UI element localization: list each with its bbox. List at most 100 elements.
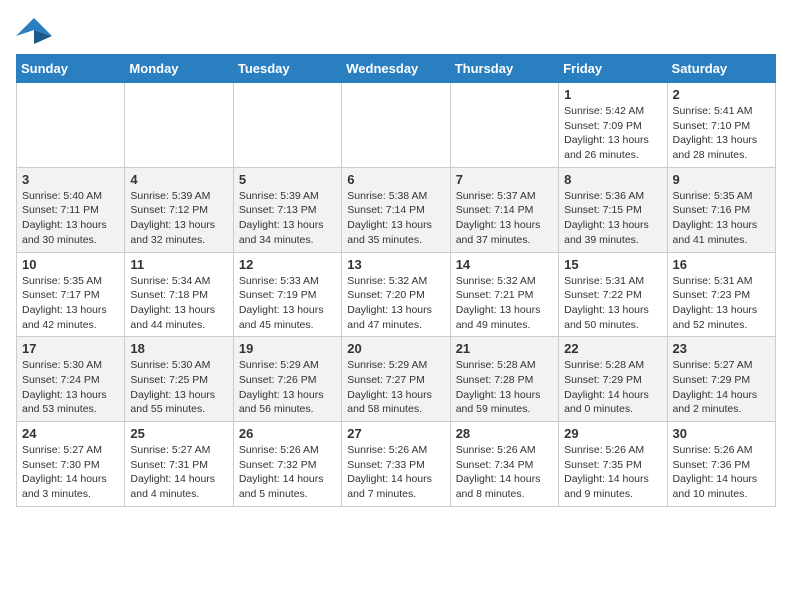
day-info: Sunrise: 5:30 AMSunset: 7:24 PMDaylight:…: [22, 358, 119, 417]
calendar-cell: 17 Sunrise: 5:30 AMSunset: 7:24 PMDayligh…: [17, 337, 125, 422]
weekday-header-monday: Monday: [125, 55, 233, 83]
day-info: Sunrise: 5:26 AMSunset: 7:33 PMDaylight:…: [347, 443, 444, 502]
calendar-cell: 14 Sunrise: 5:32 AMSunset: 7:21 PMDayligh…: [450, 252, 558, 337]
calendar-cell: 27 Sunrise: 5:26 AMSunset: 7:33 PMDayligh…: [342, 422, 450, 507]
day-number: 24: [22, 426, 119, 441]
weekday-header-thursday: Thursday: [450, 55, 558, 83]
day-info: Sunrise: 5:39 AMSunset: 7:12 PMDaylight:…: [130, 189, 227, 248]
calendar-cell: 28 Sunrise: 5:26 AMSunset: 7:34 PMDayligh…: [450, 422, 558, 507]
day-number: 8: [564, 172, 661, 187]
calendar-cell: 5 Sunrise: 5:39 AMSunset: 7:13 PMDaylight…: [233, 167, 341, 252]
logo-icon: [16, 16, 52, 46]
day-number: 9: [673, 172, 770, 187]
day-info: Sunrise: 5:26 AMSunset: 7:35 PMDaylight:…: [564, 443, 661, 502]
calendar-cell: 18 Sunrise: 5:30 AMSunset: 7:25 PMDayligh…: [125, 337, 233, 422]
day-info: Sunrise: 5:38 AMSunset: 7:14 PMDaylight:…: [347, 189, 444, 248]
calendar-cell: 22Sunrise: 5:28 AMSunset: 7:29 PMDayligh…: [559, 337, 667, 422]
day-number: 23: [673, 341, 770, 356]
day-number: 25: [130, 426, 227, 441]
day-info: Sunrise: 5:31 AMSunset: 7:23 PMDaylight:…: [673, 274, 770, 333]
day-number: 18: [130, 341, 227, 356]
day-number: 12: [239, 257, 336, 272]
day-number: 16: [673, 257, 770, 272]
logo: [16, 16, 56, 46]
calendar-week-1: 1 Sunrise: 5:42 AMSunset: 7:09 PMDaylight…: [17, 83, 776, 168]
day-number: 5: [239, 172, 336, 187]
day-info: Sunrise: 5:26 AMSunset: 7:36 PMDaylight:…: [673, 443, 770, 502]
day-info: Sunrise: 5:29 AMSunset: 7:26 PMDaylight:…: [239, 358, 336, 417]
calendar-cell: [233, 83, 341, 168]
day-number: 21: [456, 341, 553, 356]
calendar-cell: 16 Sunrise: 5:31 AMSunset: 7:23 PMDayligh…: [667, 252, 775, 337]
day-info: Sunrise: 5:33 AMSunset: 7:19 PMDaylight:…: [239, 274, 336, 333]
day-number: 1: [564, 87, 661, 102]
weekday-header-wednesday: Wednesday: [342, 55, 450, 83]
calendar-cell: 19 Sunrise: 5:29 AMSunset: 7:26 PMDayligh…: [233, 337, 341, 422]
calendar-cell: 12 Sunrise: 5:33 AMSunset: 7:19 PMDayligh…: [233, 252, 341, 337]
weekday-header-sunday: Sunday: [17, 55, 125, 83]
day-number: 28: [456, 426, 553, 441]
day-info: Sunrise: 5:29 AMSunset: 7:27 PMDaylight:…: [347, 358, 444, 417]
day-info: Sunrise: 5:30 AMSunset: 7:25 PMDaylight:…: [130, 358, 227, 417]
day-number: 4: [130, 172, 227, 187]
calendar-cell: [342, 83, 450, 168]
day-number: 2: [673, 87, 770, 102]
calendar-cell: 23 Sunrise: 5:27 AMSunset: 7:29 PMDayligh…: [667, 337, 775, 422]
day-info: Sunrise: 5:31 AMSunset: 7:22 PMDaylight:…: [564, 274, 661, 333]
day-info: Sunrise: 5:42 AMSunset: 7:09 PMDaylight:…: [564, 104, 661, 163]
calendar-table: SundayMondayTuesdayWednesdayThursdayFrid…: [16, 54, 776, 507]
calendar-cell: 4 Sunrise: 5:39 AMSunset: 7:12 PMDaylight…: [125, 167, 233, 252]
day-number: 3: [22, 172, 119, 187]
calendar-cell: 1 Sunrise: 5:42 AMSunset: 7:09 PMDaylight…: [559, 83, 667, 168]
day-info: Sunrise: 5:39 AMSunset: 7:13 PMDaylight:…: [239, 189, 336, 248]
calendar-cell: 15Sunrise: 5:31 AMSunset: 7:22 PMDayligh…: [559, 252, 667, 337]
calendar-cell: 25 Sunrise: 5:27 AMSunset: 7:31 PMDayligh…: [125, 422, 233, 507]
day-number: 11: [130, 257, 227, 272]
calendar-cell: 13 Sunrise: 5:32 AMSunset: 7:20 PMDayligh…: [342, 252, 450, 337]
day-number: 10: [22, 257, 119, 272]
day-number: 29: [564, 426, 661, 441]
day-number: 30: [673, 426, 770, 441]
day-info: Sunrise: 5:34 AMSunset: 7:18 PMDaylight:…: [130, 274, 227, 333]
page-header: [16, 16, 776, 46]
day-info: Sunrise: 5:27 AMSunset: 7:29 PMDaylight:…: [673, 358, 770, 417]
day-number: 14: [456, 257, 553, 272]
day-info: Sunrise: 5:32 AMSunset: 7:21 PMDaylight:…: [456, 274, 553, 333]
day-number: 6: [347, 172, 444, 187]
calendar-week-5: 24 Sunrise: 5:27 AMSunset: 7:30 PMDayligh…: [17, 422, 776, 507]
calendar-week-4: 17 Sunrise: 5:30 AMSunset: 7:24 PMDayligh…: [17, 337, 776, 422]
calendar-cell: 29 Sunrise: 5:26 AMSunset: 7:35 PMDayligh…: [559, 422, 667, 507]
calendar-cell: 26Sunrise: 5:26 AMSunset: 7:32 PMDayligh…: [233, 422, 341, 507]
calendar-cell: [17, 83, 125, 168]
day-info: Sunrise: 5:35 AMSunset: 7:16 PMDaylight:…: [673, 189, 770, 248]
weekday-header-friday: Friday: [559, 55, 667, 83]
calendar-cell: [450, 83, 558, 168]
weekday-header-row: SundayMondayTuesdayWednesdayThursdayFrid…: [17, 55, 776, 83]
calendar-cell: 6 Sunrise: 5:38 AMSunset: 7:14 PMDaylight…: [342, 167, 450, 252]
calendar-cell: [125, 83, 233, 168]
day-number: 7: [456, 172, 553, 187]
calendar-cell: 21Sunrise: 5:28 AMSunset: 7:28 PMDayligh…: [450, 337, 558, 422]
calendar-week-3: 10Sunrise: 5:35 AMSunset: 7:17 PMDayligh…: [17, 252, 776, 337]
day-number: 26: [239, 426, 336, 441]
calendar-cell: 2 Sunrise: 5:41 AMSunset: 7:10 PMDaylight…: [667, 83, 775, 168]
calendar-cell: 7Sunrise: 5:37 AMSunset: 7:14 PMDaylight…: [450, 167, 558, 252]
weekday-header-saturday: Saturday: [667, 55, 775, 83]
day-info: Sunrise: 5:26 AMSunset: 7:34 PMDaylight:…: [456, 443, 553, 502]
day-info: Sunrise: 5:41 AMSunset: 7:10 PMDaylight:…: [673, 104, 770, 163]
day-info: Sunrise: 5:40 AMSunset: 7:11 PMDaylight:…: [22, 189, 119, 248]
calendar-cell: 11 Sunrise: 5:34 AMSunset: 7:18 PMDayligh…: [125, 252, 233, 337]
day-info: Sunrise: 5:32 AMSunset: 7:20 PMDaylight:…: [347, 274, 444, 333]
weekday-header-tuesday: Tuesday: [233, 55, 341, 83]
calendar-cell: 3 Sunrise: 5:40 AMSunset: 7:11 PMDaylight…: [17, 167, 125, 252]
day-number: 17: [22, 341, 119, 356]
day-number: 13: [347, 257, 444, 272]
day-number: 19: [239, 341, 336, 356]
day-info: Sunrise: 5:36 AMSunset: 7:15 PMDaylight:…: [564, 189, 661, 248]
calendar-week-2: 3 Sunrise: 5:40 AMSunset: 7:11 PMDaylight…: [17, 167, 776, 252]
day-info: Sunrise: 5:27 AMSunset: 7:30 PMDaylight:…: [22, 443, 119, 502]
day-number: 22: [564, 341, 661, 356]
day-info: Sunrise: 5:27 AMSunset: 7:31 PMDaylight:…: [130, 443, 227, 502]
calendar-cell: 9 Sunrise: 5:35 AMSunset: 7:16 PMDaylight…: [667, 167, 775, 252]
day-number: 27: [347, 426, 444, 441]
